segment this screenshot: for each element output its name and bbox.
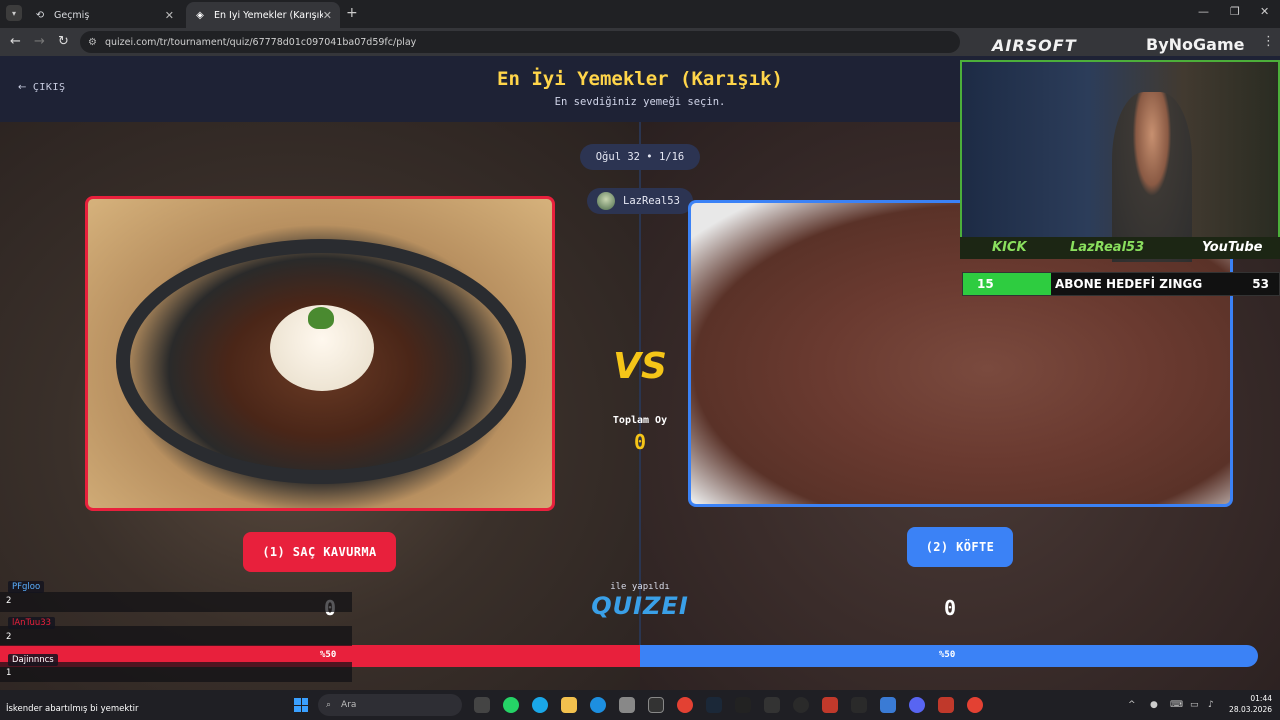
restore-icon[interactable]: ❐: [1230, 5, 1240, 18]
youtube-label: YouTube: [1202, 240, 1263, 255]
epic-games-icon[interactable]: [851, 697, 867, 713]
quizei-favicon-icon: ◈: [196, 9, 204, 21]
edge-icon[interactable]: [590, 697, 606, 713]
chat-count: 2: [6, 596, 12, 606]
votes-right: 0: [943, 596, 957, 620]
clock[interactable]: 01:44 28.03.2026: [1226, 693, 1272, 715]
page-subtitle: En sevdiğiniz yemeği seçin.: [554, 96, 726, 108]
browser-tab-bar: ▾ ⟲ Geçmiş ✕ ◈ En İyi Yemekler (Karışık)…: [0, 0, 1280, 28]
speedometer-icon[interactable]: [793, 697, 809, 713]
airsoft-logo: AIRSOFT: [992, 36, 1077, 55]
tray-chevron-icon[interactable]: ^: [1128, 700, 1136, 710]
app-icon[interactable]: [880, 697, 896, 713]
vote-percent-left: %50: [320, 650, 337, 660]
vote-bar-right: %50: [640, 645, 1258, 667]
goal-target: 53: [1252, 277, 1269, 291]
total-votes-label: Toplam Oy: [612, 415, 668, 426]
new-tab-icon[interactable]: +: [346, 5, 358, 21]
history-icon: ⟲: [35, 9, 45, 21]
exit-button[interactable]: ← ÇIKIŞ: [18, 82, 66, 93]
vote-percent-right: %50: [939, 650, 956, 660]
address-bar[interactable]: ⚙ quizei.com/tr/tournament/quiz/67778d01…: [80, 31, 960, 53]
minimize-icon[interactable]: —: [1198, 5, 1209, 18]
browser-menu-icon[interactable]: ⋮: [1262, 34, 1275, 49]
vs-icon: VS: [613, 346, 667, 387]
arrow-left-icon: ←: [18, 82, 27, 93]
chat-count: 2: [6, 632, 12, 642]
search-icon: ⌕: [326, 700, 332, 710]
chat-strip: [0, 626, 352, 646]
close-window-icon[interactable]: ✕: [1260, 5, 1269, 18]
file-explorer-icon[interactable]: [561, 697, 577, 713]
keyboard-icon[interactable]: ⌨: [1170, 700, 1183, 710]
reload-icon[interactable]: ↻: [58, 34, 69, 49]
round-indicator: Oğul 32 • 1/16: [580, 144, 700, 170]
total-votes-value: 0: [633, 430, 647, 454]
webcam-overlay: [960, 60, 1280, 262]
chrome-icon[interactable]: [677, 697, 693, 713]
close-tab-icon[interactable]: ✕: [165, 9, 174, 22]
task-view-icon[interactable]: [474, 697, 490, 713]
choice-image-left[interactable]: [85, 196, 555, 511]
chat-message: İskender abartılmış bi yemektir: [6, 704, 139, 714]
subscriber-goal: 15 ABONE HEDEFİ ZINGG 53: [962, 272, 1280, 296]
whatsapp-icon[interactable]: [503, 697, 519, 713]
browser-toolbar: ← → ↻ ⚙ quizei.com/tr/tournament/quiz/67…: [0, 28, 1280, 56]
user-badge: LazReal53: [587, 188, 693, 214]
windows-taskbar: İskender abartılmış bi yemektir ⌕ Ara ^ …: [0, 690, 1280, 720]
back-arrow-icon[interactable]: ←: [10, 34, 21, 49]
herb-garnish: [308, 307, 334, 329]
chat-strip: [0, 592, 352, 612]
channel-name: LazReal53: [1070, 240, 1145, 255]
close-tab-icon[interactable]: ✕: [323, 9, 332, 22]
tab-history[interactable]: ⟲ Geçmiş ✕: [26, 2, 182, 28]
made-with-label: ile yapıldı: [610, 582, 670, 592]
avatar: [597, 192, 615, 210]
choice-button-left[interactable]: (1) SAÇ KAVURMA: [243, 532, 396, 572]
site-info-icon[interactable]: ⚙: [88, 37, 97, 48]
xbox-icon[interactable]: [764, 697, 780, 713]
chat-count: 1: [6, 668, 12, 678]
chat-user: PFgloo: [8, 581, 45, 593]
tab-search-icon[interactable]: ▾: [6, 5, 22, 21]
goal-label: ABONE HEDEFİ ZINGG: [1055, 277, 1203, 291]
taskbar-search[interactable]: ⌕ Ara: [318, 694, 462, 716]
app-icon[interactable]: [822, 697, 838, 713]
chrome-icon[interactable]: [967, 697, 983, 713]
obs-icon[interactable]: [648, 697, 664, 713]
start-icon[interactable]: [294, 698, 308, 712]
app-icon[interactable]: [938, 697, 954, 713]
steam-icon[interactable]: [706, 697, 722, 713]
forward-arrow-icon[interactable]: →: [34, 34, 45, 49]
chat-user: Dajinnncs: [8, 654, 58, 666]
webcam-social-bar: KICK LazReal53 YouTube: [960, 237, 1280, 259]
mic-icon[interactable]: ●: [1150, 700, 1158, 710]
page-title: En İyi Yemekler (Karışık): [497, 68, 783, 90]
volume-icon[interactable]: ♪: [1208, 700, 1214, 710]
chat-user: lAnTuu33: [8, 617, 56, 629]
kick-label: KICK: [992, 240, 1027, 255]
goal-current: 15: [977, 277, 994, 291]
quizei-logo[interactable]: QUIZEI: [590, 592, 690, 620]
discord-icon[interactable]: [909, 697, 925, 713]
network-icon[interactable]: ▭: [1190, 700, 1199, 710]
app-icon[interactable]: [735, 697, 751, 713]
store-icon[interactable]: [619, 697, 635, 713]
choice-button-right[interactable]: (2) KÖFTE: [907, 527, 1013, 567]
bynogame-logo: ByNoGame: [1146, 35, 1245, 54]
copilot-icon[interactable]: [532, 697, 548, 713]
tab-quizei[interactable]: ◈ En İyi Yemekler (Karışık) - Tier L ✕: [186, 2, 340, 28]
